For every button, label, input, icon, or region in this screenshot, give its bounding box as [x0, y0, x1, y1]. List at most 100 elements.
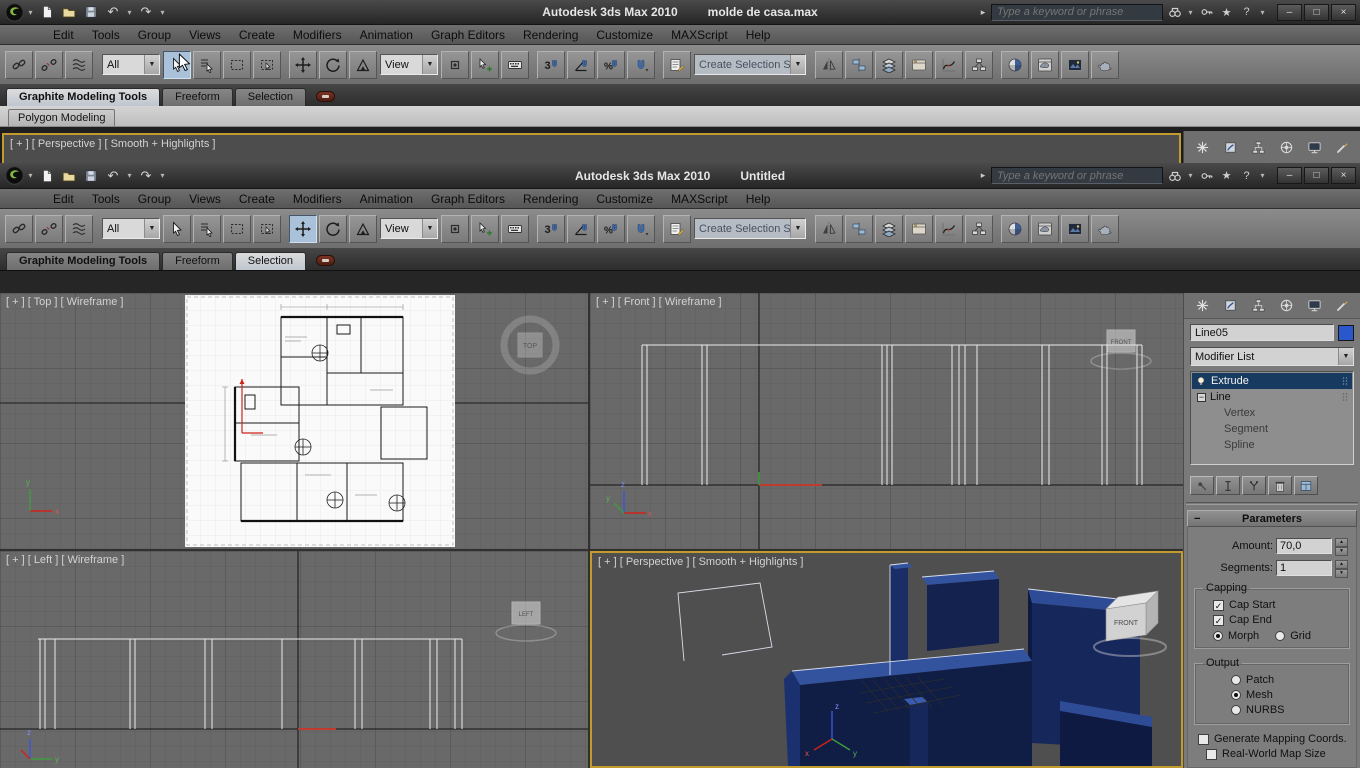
percent-snap-toggle-button[interactable]: % — [597, 214, 625, 243]
selection-filter-dropdown[interactable]: All ▼ — [102, 54, 160, 75]
menu-edit[interactable]: Edit — [44, 25, 83, 44]
generate-mapping-coords-checkbox[interactable]: Generate Mapping Coords. — [1198, 733, 1352, 745]
undo-button[interactable]: ↶ — [103, 3, 123, 22]
menu-help[interactable]: Help — [737, 25, 780, 44]
perspective-viewport-partial[interactable]: [ + ] [ Perspective ] [ Smooth + Highlig… — [2, 133, 1181, 164]
command-panel-tab-create[interactable] — [1191, 138, 1213, 158]
menu-maxscript[interactable]: MAXScript — [662, 189, 737, 208]
infocenter-search-input[interactable] — [991, 3, 1163, 21]
new-scene-button[interactable] — [37, 3, 57, 22]
command-panel-tab-hierarchy[interactable] — [1247, 296, 1269, 316]
menu-create[interactable]: Create — [230, 189, 284, 208]
select-and-uniform-scale-button[interactable] — [349, 50, 377, 79]
window-crossing-toggle-button[interactable] — [253, 214, 281, 243]
keyboard-shortcut-override-button[interactable] — [501, 50, 529, 79]
app-logo-button[interactable] — [4, 166, 24, 186]
search-options-arrow[interactable]: ▾ — [1186, 8, 1195, 17]
morph-radio[interactable]: Morph — [1213, 630, 1259, 642]
align-button[interactable] — [845, 50, 873, 79]
curve-editor-button[interactable] — [935, 214, 963, 243]
nurbs-radio[interactable]: NURBS — [1231, 704, 1345, 716]
redo-button[interactable]: ↷ — [136, 166, 156, 185]
object-color-swatch[interactable] — [1338, 324, 1354, 341]
viewport-front[interactable]: [ + ] [ Front ] [ Wireframe ] FRONT x z … — [590, 293, 1183, 549]
viewcube-left-label[interactable]: LEFT — [519, 612, 534, 618]
command-panel-tab-utilities[interactable] — [1331, 296, 1353, 316]
undo-history-arrow[interactable]: ▾ — [125, 171, 134, 180]
open-file-button[interactable] — [59, 3, 79, 22]
menu-tools[interactable]: Tools — [83, 25, 129, 44]
help-options-arrow[interactable]: ▾ — [1258, 171, 1267, 180]
search-expand-button[interactable]: ▸ — [978, 170, 988, 181]
app-logo-button[interactable] — [4, 2, 24, 22]
command-panel-tab-display[interactable] — [1303, 138, 1325, 158]
help-button[interactable]: ? — [1238, 167, 1255, 184]
spinner-down-icon[interactable]: ▼ — [1335, 569, 1348, 578]
undo-button[interactable]: ↶ — [103, 166, 123, 185]
menu-maxscript[interactable]: MAXScript — [662, 25, 737, 44]
menu-rendering[interactable]: Rendering — [514, 189, 587, 208]
spinner-up-icon[interactable]: ▲ — [1335, 538, 1348, 547]
percent-snap-toggle-button[interactable]: % — [597, 50, 625, 79]
menu-graph-editors[interactable]: Graph Editors — [422, 25, 514, 44]
mirror-button[interactable] — [815, 50, 843, 79]
reference-coordinate-system-dropdown[interactable]: View ▼ — [380, 54, 438, 75]
ribbon-minimize-toggle[interactable] — [316, 91, 336, 102]
spinner-snap-toggle-button[interactable] — [627, 50, 655, 79]
maximize-button[interactable]: □ — [1304, 167, 1329, 184]
remove-modifier-button[interactable] — [1268, 476, 1292, 495]
close-button[interactable]: × — [1331, 3, 1356, 21]
parameters-rollout-header[interactable]: − Parameters — [1187, 510, 1357, 527]
real-world-map-size-checkbox[interactable]: Real-World Map Size — [1206, 748, 1352, 760]
app-menu-arrow-icon[interactable]: ▾ — [26, 8, 35, 17]
unlink-selection-button[interactable] — [35, 50, 63, 79]
infocenter-search-input[interactable] — [991, 167, 1163, 184]
open-file-button[interactable] — [59, 166, 79, 185]
ribbon-tab-selection[interactable]: Selection — [234, 88, 307, 106]
viewport-label[interactable]: [ + ] [ Perspective ] [ Smooth + Highlig… — [10, 138, 215, 150]
command-panel-tab-hierarchy[interactable] — [1247, 138, 1269, 158]
stack-item-extrude[interactable]: Extrude — [1192, 373, 1352, 389]
viewport-top[interactable]: [ + ] [ Top ] [ Wireframe ] TOP x y — [0, 293, 588, 549]
use-pivot-point-center-button[interactable] — [441, 214, 469, 243]
menu-create[interactable]: Create — [230, 25, 284, 44]
menu-views[interactable]: Views — [180, 25, 230, 44]
curve-editor-button[interactable] — [935, 50, 963, 79]
menu-help[interactable]: Help — [737, 189, 780, 208]
unlink-selection-button[interactable] — [35, 214, 63, 243]
graphite-ribbon-toggle-button[interactable] — [905, 50, 933, 79]
menu-modifiers[interactable]: Modifiers — [284, 189, 351, 208]
rectangular-selection-region-button[interactable] — [223, 214, 251, 243]
snaps-toggle-button[interactable]: 3 — [537, 214, 565, 243]
layer-manager-button[interactable] — [875, 50, 903, 79]
snaps-toggle-button[interactable]: 3 — [537, 50, 565, 79]
maximize-button[interactable]: □ — [1304, 3, 1329, 21]
help-button[interactable]: ? — [1238, 4, 1255, 21]
viewcube-front-label[interactable]: FRONT — [1111, 340, 1132, 346]
select-and-move-button[interactable] — [289, 50, 317, 79]
menu-tools[interactable]: Tools — [83, 189, 129, 208]
favorites-button[interactable]: ★ — [1218, 167, 1235, 184]
render-production-button[interactable] — [1091, 50, 1119, 79]
minimize-button[interactable]: – — [1277, 167, 1302, 184]
schematic-view-button[interactable] — [965, 214, 993, 243]
menu-customize[interactable]: Customize — [587, 189, 662, 208]
command-panel-tab-motion[interactable] — [1275, 138, 1297, 158]
spinner-snap-toggle-button[interactable] — [627, 214, 655, 243]
viewcube-perspective-front-label[interactable]: FRONT — [1114, 620, 1139, 627]
configure-modifier-sets-button[interactable] — [1294, 476, 1318, 495]
patch-radio[interactable]: Patch — [1231, 674, 1345, 686]
help-options-arrow[interactable]: ▾ — [1258, 8, 1267, 17]
mirror-button[interactable] — [815, 214, 843, 243]
stack-subitem-segment[interactable]: Segment — [1192, 421, 1352, 437]
align-button[interactable] — [845, 214, 873, 243]
menu-graph-editors[interactable]: Graph Editors — [422, 189, 514, 208]
command-panel-tab-utilities[interactable] — [1331, 138, 1353, 158]
amount-input[interactable] — [1276, 538, 1332, 554]
reference-coordinate-system-dropdown[interactable]: View ▼ — [380, 218, 438, 239]
segments-input[interactable] — [1276, 560, 1332, 576]
material-editor-button[interactable] — [1001, 214, 1029, 243]
stack-subitem-spline[interactable]: Spline — [1192, 437, 1352, 453]
render-setup-button[interactable] — [1031, 214, 1059, 243]
ribbon-tab-freeform[interactable]: Freeform — [162, 88, 233, 106]
